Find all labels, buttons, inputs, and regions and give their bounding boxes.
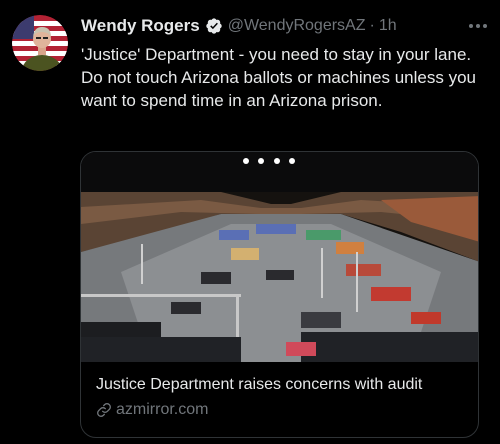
card-domain-text: azmirror.com (116, 401, 209, 418)
timestamp[interactable]: 1h (379, 17, 397, 35)
display-name[interactable]: Wendy Rogers (81, 16, 200, 36)
card-title[interactable]: Justice Department raises concerns with … (96, 376, 471, 394)
tweet-text: 'Justice' Department - you need to stay … (81, 45, 477, 110)
tweet-header: Wendy Rogers @WendyRogersAZ · 1h (81, 14, 491, 38)
more-options-icon[interactable] (465, 16, 491, 36)
card-domain[interactable]: azmirror.com (96, 401, 208, 419)
handle[interactable]: @WendyRogersAZ (228, 17, 366, 35)
card-image (81, 152, 478, 362)
link-card[interactable]: Justice Department raises concerns with … (80, 151, 479, 438)
link-icon (96, 402, 112, 418)
tweet[interactable]: Wendy Rogers @WendyRogersAZ · 1h 'Justic… (0, 0, 500, 444)
separator-dot: · (369, 17, 375, 34)
verified-badge-icon (205, 17, 223, 35)
avatar[interactable] (12, 15, 68, 71)
